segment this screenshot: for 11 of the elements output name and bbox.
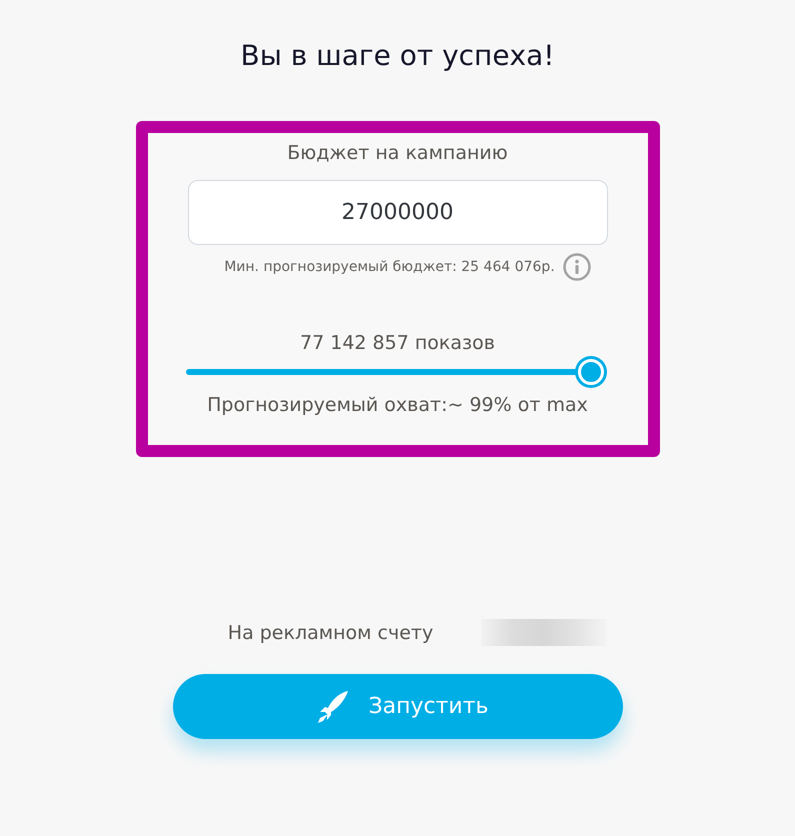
balance-label: На рекламном счету	[228, 620, 434, 644]
budget-label: Бюджет на кампанию	[287, 141, 508, 165]
impressions-slider[interactable]	[186, 357, 604, 387]
info-icon[interactable]	[562, 253, 591, 281]
min-budget-note: Мин. прогнозируемый бюджет: 25 464 076р.	[224, 258, 555, 277]
impressions-count: 77 142 857 показов	[300, 331, 495, 355]
slider-thumb[interactable]	[578, 359, 604, 385]
reach-forecast: Прогнозируемый охват:~ 99% от max	[207, 393, 588, 417]
rocket-icon	[316, 690, 348, 724]
budget-input[interactable]: 27000000	[188, 180, 608, 245]
page-title: Вы в шаге от успеха!	[240, 38, 555, 74]
